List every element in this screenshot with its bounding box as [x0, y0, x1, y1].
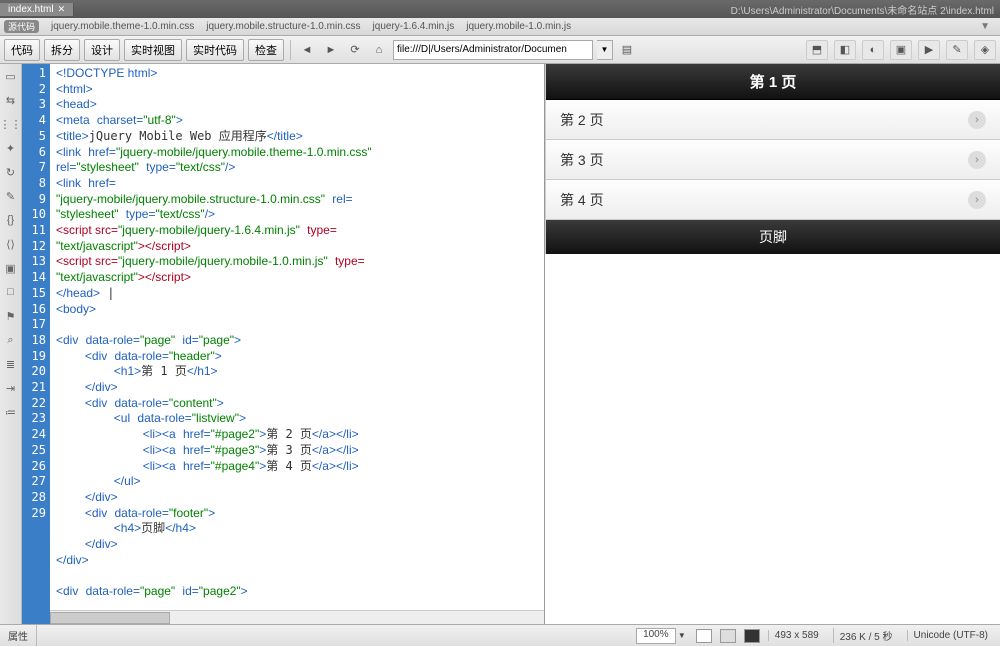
- view-mode-button[interactable]: [744, 629, 760, 643]
- line-numbers: 1234567891011121314151617181920212223242…: [22, 64, 50, 624]
- tool-icon[interactable]: ▣: [890, 40, 912, 60]
- separator: [290, 40, 291, 60]
- view-mode-button[interactable]: [696, 629, 712, 643]
- tool-icon[interactable]: ✎: [3, 188, 19, 204]
- listview-item[interactable]: 第 4 页 ›: [546, 180, 1000, 220]
- tool-icon[interactable]: ▣: [3, 260, 19, 276]
- zoom-input[interactable]: 100%: [636, 628, 676, 644]
- related-file[interactable]: jquery.mobile.theme-1.0.min.css: [51, 21, 194, 32]
- tool-icon[interactable]: ⌕: [3, 332, 19, 348]
- address-dropdown-icon[interactable]: ▼: [597, 40, 613, 60]
- tool-icon[interactable]: ⋮⋮: [3, 116, 19, 132]
- chevron-right-icon: ›: [968, 111, 986, 129]
- tool-icon[interactable]: ✦: [3, 140, 19, 156]
- code-editor[interactable]: 1234567891011121314151617181920212223242…: [22, 64, 545, 624]
- title-bar: index.html ✕ D:\Users\Administrator\Docu…: [0, 0, 1000, 18]
- preview-footer: 页脚: [546, 220, 1000, 254]
- related-file[interactable]: jquery.mobile.structure-1.0.min.css: [206, 21, 360, 32]
- listview-item[interactable]: 第 3 页 ›: [546, 140, 1000, 180]
- horizontal-scrollbar[interactable]: [50, 610, 544, 624]
- encoding-status: Unicode (UTF-8): [907, 630, 994, 641]
- tool-icon[interactable]: ▶: [918, 40, 940, 60]
- inspect-button[interactable]: 检查: [248, 39, 284, 61]
- tab-label: index.html: [8, 4, 54, 15]
- tool-icon[interactable]: ▭: [3, 68, 19, 84]
- chevron-right-icon: ›: [968, 191, 986, 209]
- tool-icon[interactable]: ✎: [946, 40, 968, 60]
- close-icon[interactable]: ✕: [58, 4, 66, 15]
- tool-icon[interactable]: ≔: [3, 404, 19, 420]
- main-area: ▭ ⇆ ⋮⋮ ✦ ↻ ✎ {} ⟨⟩ ▣ □ ⚑ ⌕ ≣ ⇥ ≔ 1234567…: [0, 64, 1000, 624]
- size-status: 236 K / 5 秒: [833, 628, 899, 643]
- refresh-icon[interactable]: ⟳: [345, 40, 365, 60]
- main-toolbar: 代码 拆分 设计 实时视图 实时代码 检查 ◄ ► ⟳ ⌂ file:///D|…: [0, 36, 1000, 64]
- code-content[interactable]: <!DOCTYPE html> <html> <head> <meta char…: [50, 64, 544, 624]
- status-bar: 属性 100% ▼ 493 x 589 236 K / 5 秒 Unicode …: [0, 624, 1000, 646]
- tool-icon[interactable]: ◧: [834, 40, 856, 60]
- pane-splitter[interactable]: [541, 64, 545, 624]
- tool-icon[interactable]: ⟨⟩: [3, 236, 19, 252]
- list-icon[interactable]: ▤: [617, 40, 637, 60]
- tool-icon[interactable]: ≣: [3, 356, 19, 372]
- tool-icon[interactable]: ◈: [974, 40, 996, 60]
- zoom-dropdown-icon[interactable]: ▼: [676, 631, 688, 640]
- listview-item[interactable]: 第 2 页 ›: [546, 100, 1000, 140]
- split-view-button[interactable]: 拆分: [44, 39, 80, 61]
- item-label: 第 4 页: [560, 190, 604, 210]
- code-view-button[interactable]: 代码: [4, 39, 40, 61]
- tool-icon[interactable]: {}: [3, 212, 19, 228]
- home-icon[interactable]: ⌂: [369, 40, 389, 60]
- item-label: 第 3 页: [560, 150, 604, 170]
- vertical-toolbar: ▭ ⇆ ⋮⋮ ✦ ↻ ✎ {} ⟨⟩ ▣ □ ⚑ ⌕ ≣ ⇥ ≔: [0, 64, 22, 624]
- tool-icon[interactable]: ⇆: [3, 92, 19, 108]
- related-file[interactable]: jquery-1.6.4.min.js: [373, 21, 455, 32]
- preview-pane: 第 1 页 第 2 页 › 第 3 页 › 第 4 页 › 页脚: [545, 64, 1000, 624]
- tool-icon[interactable]: ↻: [3, 164, 19, 180]
- item-label: 第 2 页: [560, 110, 604, 130]
- document-path: D:\Users\Administrator\Documents\未命名站点 2…: [731, 2, 1000, 17]
- live-view-button[interactable]: 实时视图: [124, 39, 182, 61]
- scrollbar-thumb[interactable]: [50, 612, 170, 624]
- document-tab[interactable]: index.html ✕: [0, 3, 74, 16]
- view-mode-button[interactable]: [720, 629, 736, 643]
- preview-header: 第 1 页: [546, 64, 1000, 100]
- dropdown-icon[interactable]: ▼: [980, 21, 1000, 32]
- forward-icon[interactable]: ►: [321, 40, 341, 60]
- dimensions-status: 493 x 589: [768, 630, 825, 641]
- address-bar[interactable]: file:///D|/Users/Administrator/Documen: [393, 40, 593, 60]
- source-badge[interactable]: 源代码: [4, 20, 39, 33]
- properties-button[interactable]: 属性: [0, 625, 37, 646]
- related-files-bar: 源代码 jquery.mobile.theme-1.0.min.css jque…: [0, 18, 1000, 36]
- chevron-right-icon: ›: [968, 151, 986, 169]
- live-code-button[interactable]: 实时代码: [186, 39, 244, 61]
- tool-icon[interactable]: ⚑: [3, 308, 19, 324]
- tool-icon[interactable]: ⬒: [806, 40, 828, 60]
- tool-icon[interactable]: ◐: [862, 40, 884, 60]
- related-file[interactable]: jquery.mobile-1.0.min.js: [466, 21, 571, 32]
- tool-icon[interactable]: ⇥: [3, 380, 19, 396]
- back-icon[interactable]: ◄: [297, 40, 317, 60]
- design-view-button[interactable]: 设计: [84, 39, 120, 61]
- tool-icon[interactable]: □: [3, 284, 19, 300]
